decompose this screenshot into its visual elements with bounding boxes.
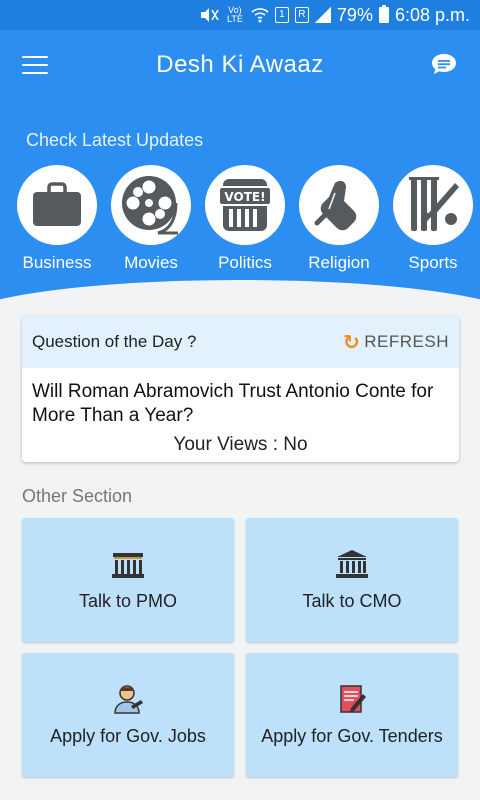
tile-label: Talk to CMO [302,590,402,611]
category-label: Sports [408,253,458,272]
mute-icon [199,6,219,24]
volte-indicator: Vo) LTE [227,5,243,24]
category-sports[interactable]: Sports [393,165,473,273]
category-religion[interactable]: Religion [299,165,379,273]
tile-label: Talk to PMO [78,590,178,611]
user-views: Your Views : No [173,434,308,455]
question-card-header: Question of the Day ? ↻ REFRESH [22,316,459,368]
sim1-indicator: 1 [274,7,289,23]
tile-label: Apply for Gov. Tenders [261,725,443,746]
signal-icon [314,7,331,23]
battery-percent: 79% [336,4,373,25]
battery-icon [378,5,389,23]
clock: 6:08 p.m. [394,4,470,25]
film-reel-icon [111,165,191,245]
app-bar: Desh Ki Awaaz [0,30,480,100]
category-label: Religion [308,253,370,272]
category-business[interactable]: Business [17,165,97,273]
question-card: Question of the Day ? ↻ REFRESH Will Rom… [22,316,459,462]
government-building-icon [112,552,144,578]
other-section-heading: Other Section [22,486,133,506]
hamburger-menu-icon[interactable] [22,56,48,74]
status-bar: Vo) LTE 1 R 79% 6:08 p.m. [0,0,480,30]
updates-heading: Check Latest Updates [26,130,204,150]
category-list: Business Movies VOTE! Politics Religion … [17,165,473,273]
category-movies[interactable]: Movies [111,165,191,273]
praying-hands-icon [299,165,379,245]
tile-label: Apply for Gov. Jobs [50,725,206,746]
question-heading: Question of the Day ? [32,332,197,351]
refresh-icon: ↻ [343,331,361,354]
talk-to-cmo-tile[interactable]: Talk to CMO [246,518,458,642]
cricket-icon [393,165,473,245]
category-label: Business [22,253,92,272]
tender-document-icon [340,684,366,713]
question-text: Will Roman Abramovich Trust Antonio Cont… [32,381,434,426]
parliament-building-icon [336,549,368,578]
sim2-indicator: R [294,7,309,23]
hero-header: Desh Ki Awaaz Check Latest Updates Busin… [0,30,480,330]
refresh-button[interactable]: ↻ REFRESH [343,330,449,355]
refresh-label: REFRESH [364,332,449,351]
category-politics[interactable]: VOTE! Politics [205,165,285,273]
svg-text:VOTE!: VOTE! [224,190,265,204]
talk-to-pmo-tile[interactable]: Talk to PMO [22,518,234,642]
chat-bubble-icon[interactable] [430,52,458,76]
job-applicant-icon [114,684,143,714]
briefcase-icon [17,165,97,245]
apply-gov-tenders-tile[interactable]: Apply for Gov. Tenders [246,653,458,777]
vote-box-icon: VOTE! [205,165,285,245]
wifi-icon [251,6,269,24]
category-label: Politics [218,253,272,272]
apply-gov-jobs-tile[interactable]: Apply for Gov. Jobs [22,653,234,777]
category-label: Movies [124,253,178,272]
app-title: Desh Ki Awaaz [156,51,324,78]
